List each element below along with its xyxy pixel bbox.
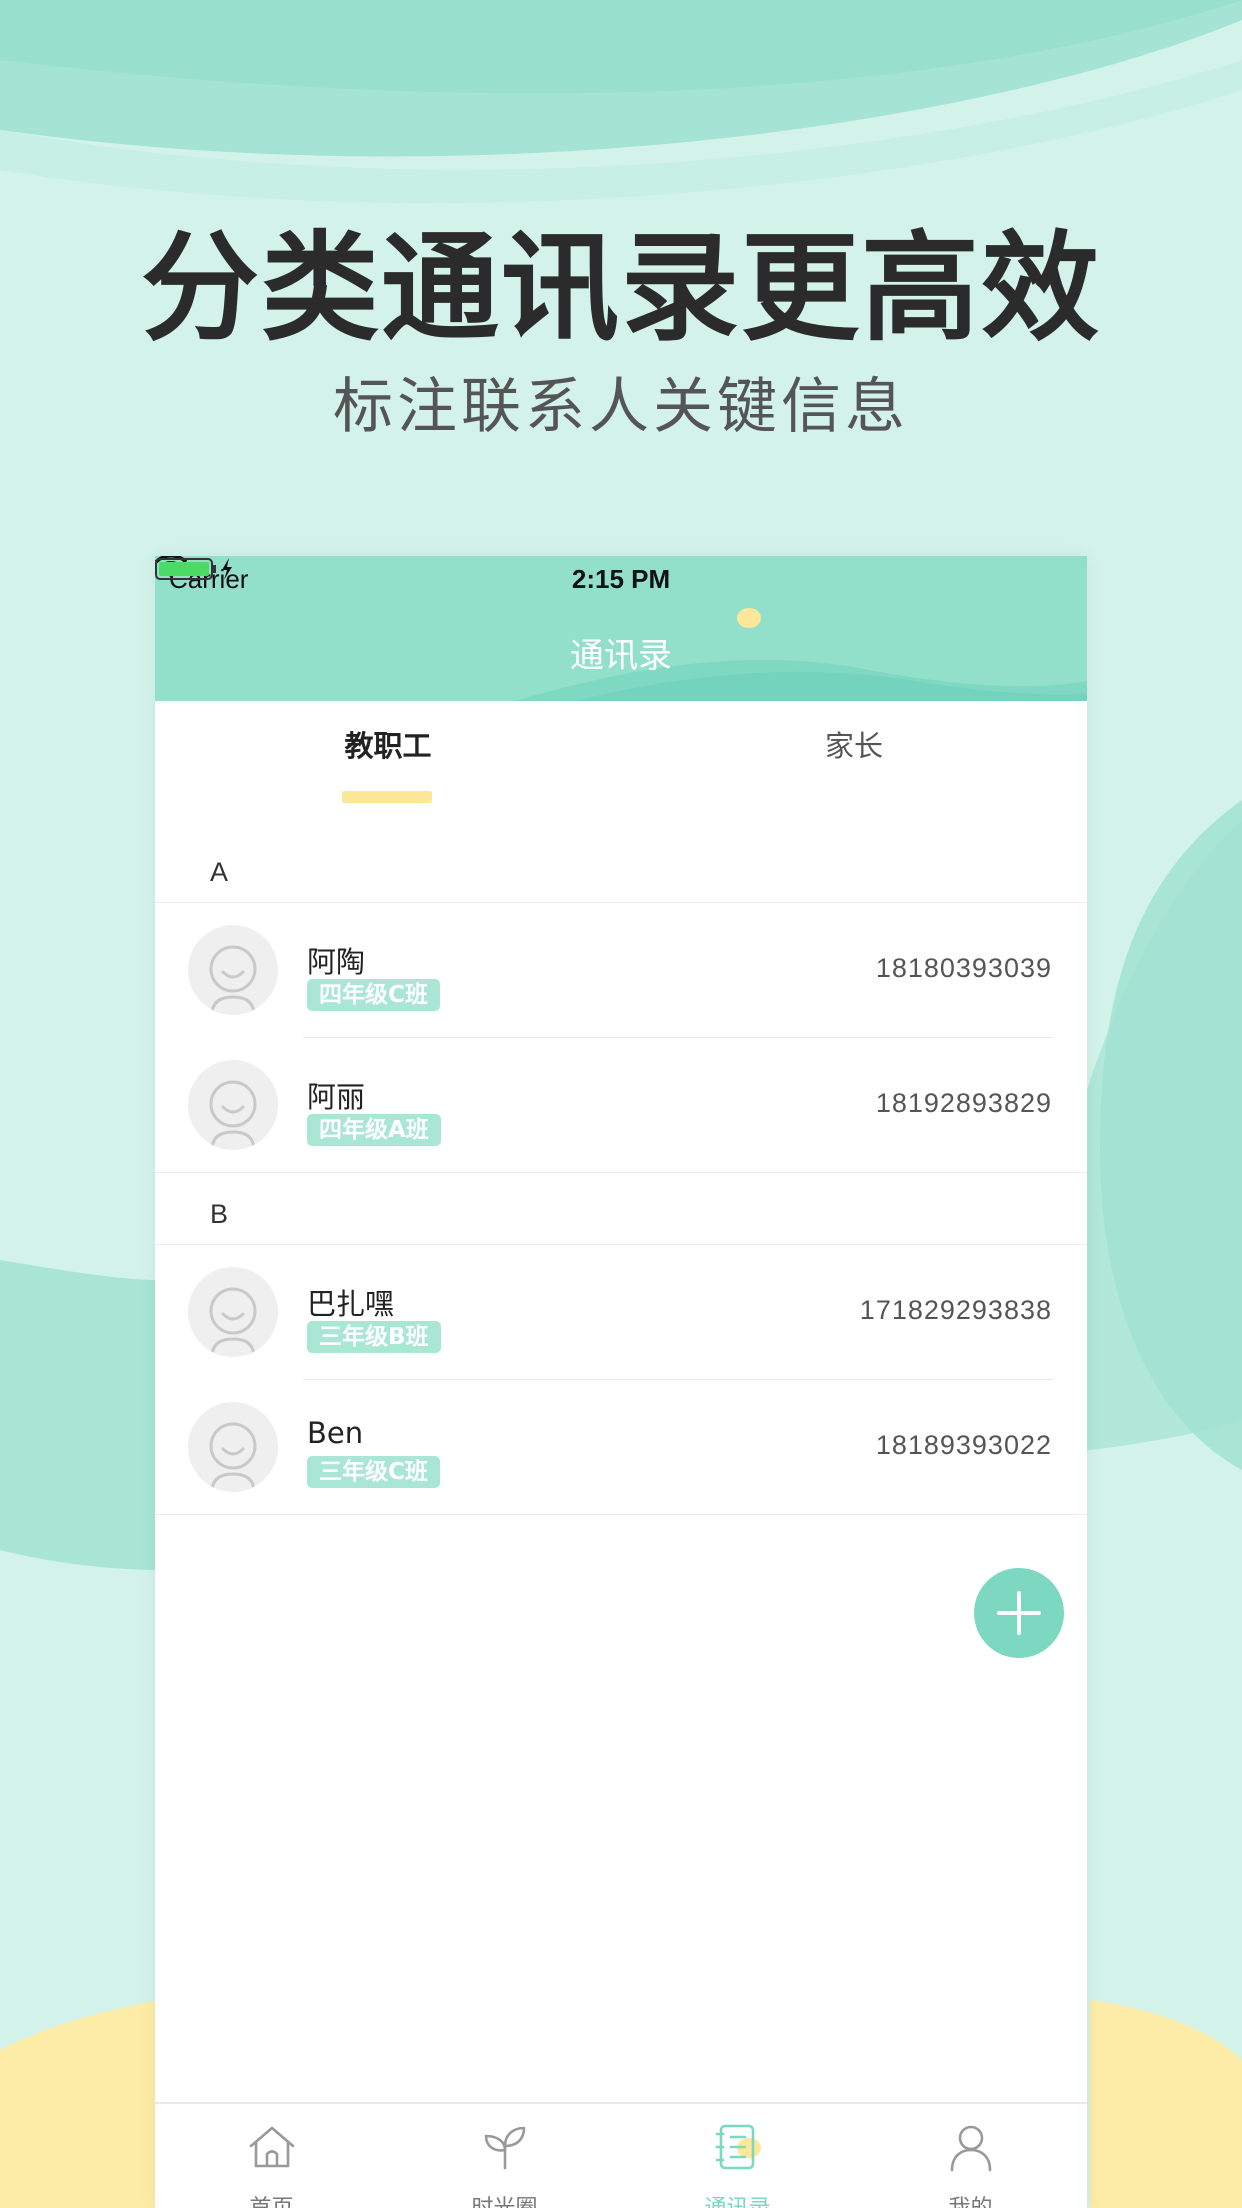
tab-staff[interactable]: 教职工 <box>155 723 621 765</box>
contact-row[interactable]: 阿丽 四年级A班 18192893829 <box>155 1038 1087 1173</box>
class-badge: 三年级C班 <box>307 1456 440 1488</box>
home-icon <box>249 2126 295 2168</box>
contact-phone[interactable]: 18192893829 <box>876 1088 1052 1119</box>
section-letter: B <box>210 1199 229 1229</box>
tabbar-label: 我的 <box>854 2190 1087 2208</box>
add-contact-button[interactable] <box>974 1568 1064 1658</box>
contact-name: Ben <box>307 1416 364 1450</box>
sprout-icon <box>484 2126 526 2170</box>
default-avatar-icon <box>209 945 257 1015</box>
contacts-book-icon <box>715 2124 761 2170</box>
contact-name: 巴扎嘿 <box>307 1287 395 1321</box>
tabbar-label: 首页 <box>155 2190 388 2208</box>
default-avatar-icon <box>209 1080 257 1150</box>
avatar <box>188 1402 278 1492</box>
segment-tabs: 教职工 家长 <box>155 701 1087 831</box>
avatar <box>188 1267 278 1357</box>
contact-row[interactable]: 巴扎嘿 三年级B班 171829293838 <box>155 1245 1087 1380</box>
phone-screen: Carrier 2:15 PM 通讯录 教职工 家长 A 阿陶 四年级C班 18… <box>155 556 1087 2208</box>
contact-phone[interactable]: 171829293838 <box>860 1295 1052 1326</box>
avatar <box>188 1060 278 1150</box>
contact-row[interactable]: 阿陶 四年级C班 18180393039 <box>155 903 1087 1038</box>
tabbar-item-home[interactable]: 首页 <box>155 2104 388 2208</box>
row-divider <box>155 1514 1087 1515</box>
bottom-tab-bar: 首页 时光圈 通讯录 我的 <box>155 2102 1087 2208</box>
default-avatar-icon <box>209 1287 257 1357</box>
tabbar-label: 通讯录 <box>621 2190 854 2208</box>
nav-title: 通讯录 <box>570 636 672 676</box>
class-badge: 四年级A班 <box>307 1114 441 1146</box>
user-icon <box>950 2125 992 2172</box>
status-time: 2:15 PM <box>571 564 671 594</box>
section-header-a: A <box>155 831 1087 903</box>
section-header-b: B <box>155 1173 1087 1245</box>
tabbar-item-me[interactable]: 我的 <box>854 2104 1087 2208</box>
contact-phone[interactable]: 18189393022 <box>876 1430 1052 1461</box>
avatar <box>188 925 278 1015</box>
battery-icon <box>155 558 232 580</box>
nav-header: Carrier 2:15 PM 通讯录 <box>155 556 1087 701</box>
contact-phone[interactable]: 18180393039 <box>876 953 1052 984</box>
tabbar-item-contacts[interactable]: 通讯录 <box>621 2104 854 2208</box>
contact-name: 阿丽 <box>307 1080 366 1114</box>
class-badge: 四年级C班 <box>307 979 440 1011</box>
default-avatar-icon <box>209 1422 257 1492</box>
promo-title: 分类通讯录更高效 <box>140 219 1101 357</box>
status-bar: Carrier 2:15 PM <box>155 556 1087 604</box>
contact-row[interactable]: Ben 三年级C班 18189393022 <box>155 1380 1087 1515</box>
plus-icon <box>997 1591 1041 1635</box>
tabbar-item-moments[interactable]: 时光圈 <box>388 2104 621 2208</box>
section-letter: A <box>210 857 229 887</box>
class-badge: 三年级B班 <box>307 1321 441 1353</box>
tabbar-label: 时光圈 <box>388 2190 621 2208</box>
promo-subtitle: 标注联系人关键信息 <box>333 372 909 442</box>
contact-name: 阿陶 <box>307 945 366 979</box>
tab-parents[interactable]: 家长 <box>621 723 1087 765</box>
tab-active-indicator <box>342 791 432 803</box>
